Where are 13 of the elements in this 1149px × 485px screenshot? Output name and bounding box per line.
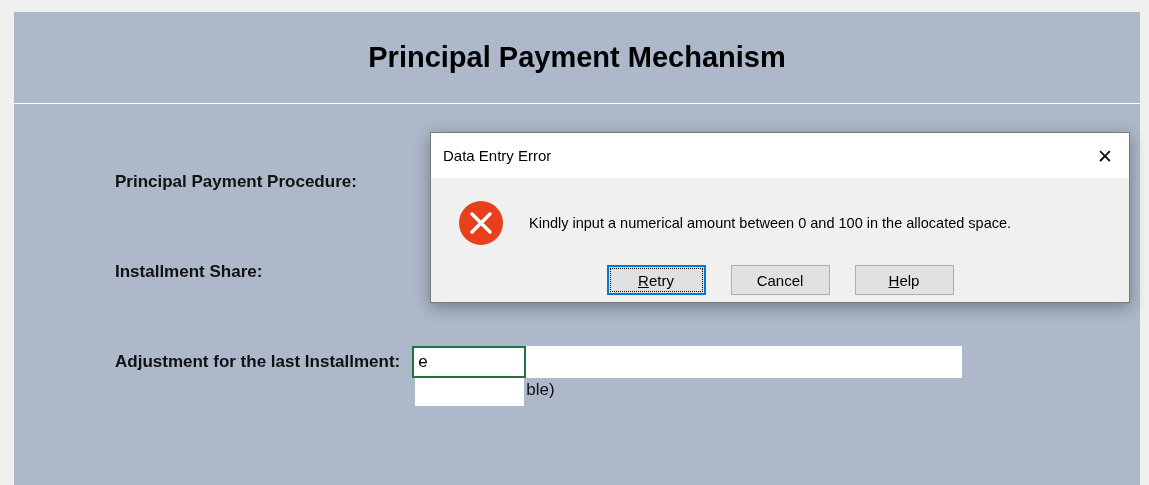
field-label: Adjustment for the last Installment: bbox=[115, 352, 401, 372]
dialog-button[interactable]: Help bbox=[854, 265, 954, 295]
hint-text: ble) bbox=[526, 380, 555, 400]
error-icon bbox=[458, 200, 504, 246]
error-message: Kindly input a numerical amount between 0 and 100 in the allocated space. bbox=[529, 215, 1012, 231]
sheet-title: Principal Payment Mechanism bbox=[368, 41, 786, 74]
field-label: Principal Payment Procedure: bbox=[115, 172, 357, 192]
dialog-title: Data Entry Error bbox=[443, 147, 552, 164]
input-field[interactable]: e bbox=[412, 346, 527, 378]
field-label: Installment Share: bbox=[115, 262, 263, 282]
close-button[interactable]: ✕ bbox=[1093, 140, 1117, 171]
dialog-button[interactable]: Retry bbox=[606, 265, 706, 295]
dialog-button[interactable]: Cancel bbox=[730, 265, 830, 295]
